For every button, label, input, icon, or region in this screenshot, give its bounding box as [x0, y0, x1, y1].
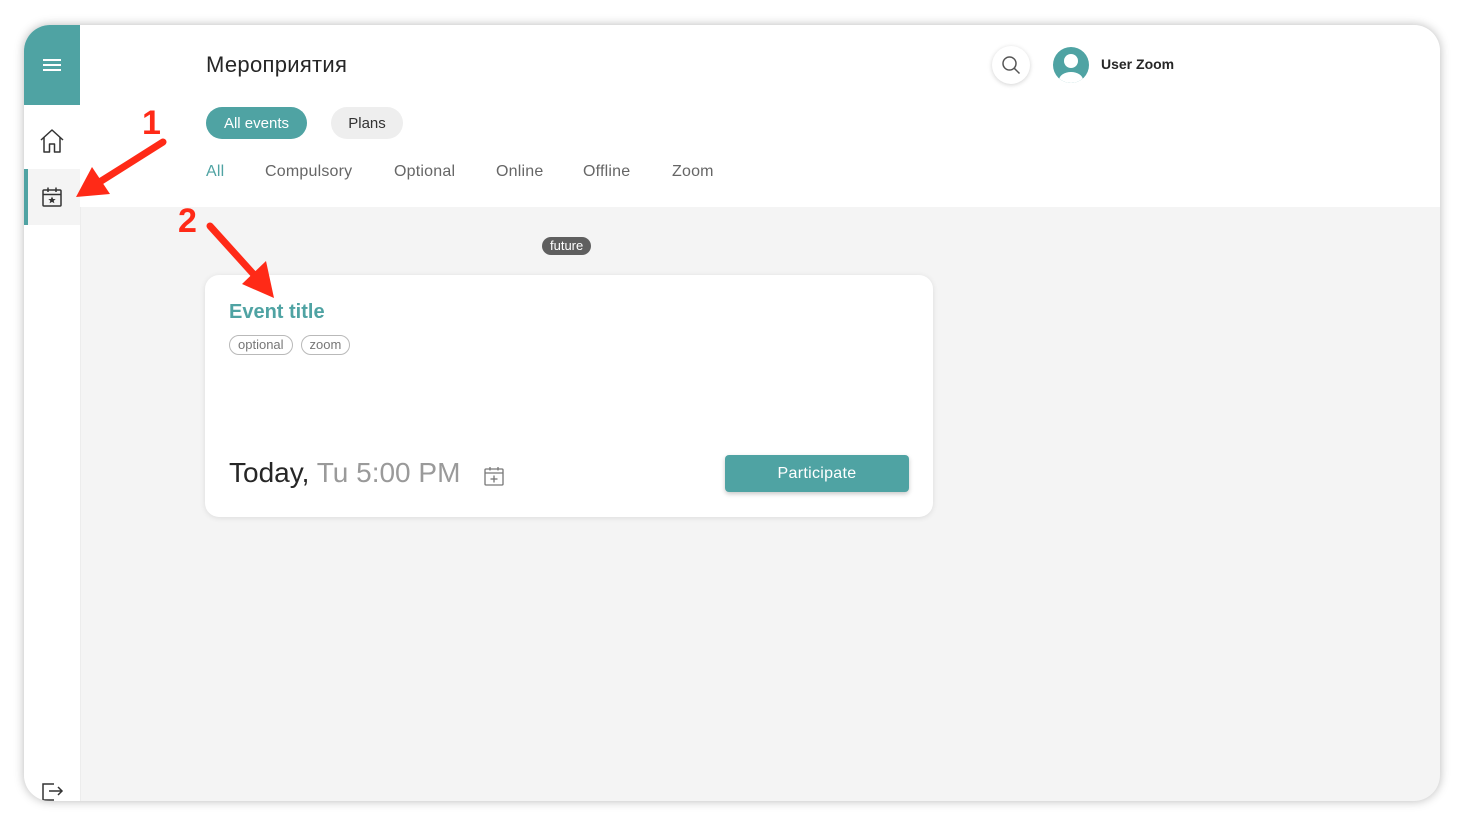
event-title[interactable]: Event title	[229, 301, 325, 324]
menu-icon	[43, 59, 61, 71]
annotation-number-1: 1	[142, 104, 161, 142]
annotation-number-2: 2	[178, 202, 197, 240]
calendar-star-icon	[42, 187, 62, 207]
user-icon	[1059, 54, 1083, 83]
event-tags: optional zoom	[229, 335, 351, 355]
sidebar-item-events[interactable]	[24, 169, 80, 225]
filter-all[interactable]: All	[206, 163, 224, 181]
tag-zoom: zoom	[300, 335, 351, 355]
event-time: Tu 5:00 PM	[316, 457, 461, 488]
avatar[interactable]	[1053, 47, 1089, 83]
tab-plans[interactable]: Plans	[331, 107, 403, 139]
tab-all-events[interactable]: All events	[206, 107, 307, 139]
logout-icon	[42, 783, 64, 801]
tag-optional: optional	[229, 335, 293, 355]
menu-button[interactable]	[24, 25, 80, 105]
calendar-plus-icon	[484, 467, 504, 486]
home-icon	[40, 129, 64, 153]
sidebar-item-home[interactable]	[24, 113, 80, 169]
filter-offline[interactable]: Offline	[583, 163, 630, 181]
participate-button[interactable]: Participate	[725, 455, 909, 492]
filter-zoom[interactable]: Zoom	[672, 163, 714, 181]
search-button[interactable]	[992, 46, 1030, 84]
user-name[interactable]: User Zoom	[1101, 56, 1174, 72]
page-title: Мероприятия	[206, 52, 348, 77]
add-to-calendar-button[interactable]	[483, 465, 505, 487]
search-icon	[1002, 56, 1021, 75]
sidebar-item-logout[interactable]	[24, 781, 80, 801]
status-badge: future	[542, 237, 592, 255]
filter-online[interactable]: Online	[496, 163, 543, 181]
sidebar	[24, 25, 81, 801]
filter-optional[interactable]: Optional	[394, 163, 455, 181]
app-window: Мероприятия User Zoom All events Plans A…	[24, 25, 1440, 801]
event-day: Today,	[229, 457, 310, 488]
header: Мероприятия User Zoom All events Plans A…	[80, 25, 1440, 207]
event-date: Today, Tu 5:00 PM	[229, 457, 460, 489]
filter-compulsory[interactable]: Compulsory	[265, 163, 352, 181]
event-card: Event title optional zoom Today, Tu 5:00…	[205, 275, 933, 517]
